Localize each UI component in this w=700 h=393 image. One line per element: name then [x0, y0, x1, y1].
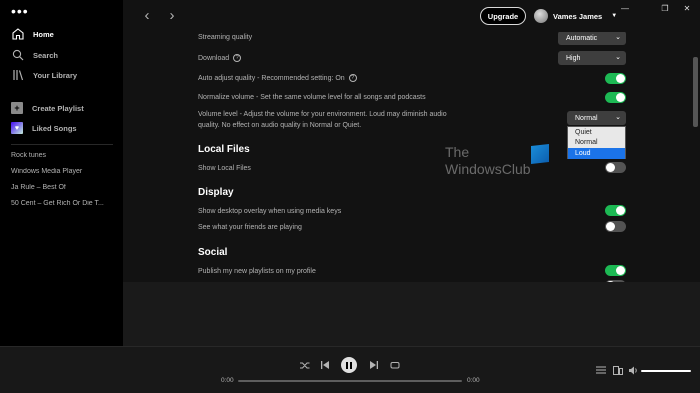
- chevron-down-icon: ⌄: [615, 114, 621, 121]
- watermark-line-1: The: [445, 144, 470, 160]
- playlist-item[interactable]: Ja Rule – Best Of: [11, 184, 116, 191]
- user-menu[interactable]: Vames James ▼: [534, 7, 617, 25]
- volume-slider[interactable]: [641, 370, 691, 372]
- caret-down-icon: ▼: [611, 13, 618, 19]
- avatar: [534, 9, 548, 23]
- settings-panel: Streaming quality Automatic ⌄ Download? …: [123, 32, 700, 282]
- close-icon[interactable]: ✕: [681, 3, 693, 13]
- friends-activity-toggle[interactable]: [605, 221, 626, 232]
- previous-icon[interactable]: [319, 358, 331, 372]
- download-label: Download?: [198, 54, 242, 63]
- select-value: High: [566, 54, 581, 62]
- minimize-icon[interactable]: —: [619, 3, 631, 13]
- volume-level-select[interactable]: Normal ⌄: [567, 111, 626, 125]
- liked-songs-button[interactable]: ♥ Liked Songs: [11, 120, 77, 136]
- auto-adjust-label: Auto adjust quality - Recommended settin…: [198, 74, 357, 83]
- section-local-files: Local Files: [198, 144, 250, 155]
- watermark: The WindowsClub: [445, 144, 549, 185]
- help-icon[interactable]: ?: [233, 54, 242, 63]
- library-icon: [11, 69, 24, 82]
- scrollbar[interactable]: [693, 57, 698, 127]
- sidebar-item-search[interactable]: Search: [11, 47, 58, 63]
- streaming-quality-label: Streaming quality: [198, 34, 253, 41]
- sidebar-item-library[interactable]: Your Library: [11, 67, 77, 83]
- download-label-text: Download: [198, 55, 230, 62]
- volume-level-line-2: quality. No effect on audio quality in N…: [198, 122, 362, 129]
- windows-logo-icon: [531, 144, 549, 164]
- desktop-overlay-label: Show desktop overlay when using media ke…: [198, 208, 342, 215]
- option-quiet[interactable]: Quiet: [568, 127, 625, 138]
- select-value: Automatic: [566, 34, 598, 42]
- playlist-item[interactable]: 50 Cent – Get Rich Or Die T...: [11, 200, 116, 207]
- volume-icon[interactable]: [628, 364, 640, 376]
- publish-playlists-label: Publish my new playlists on my profile: [198, 268, 316, 275]
- section-display: Display: [198, 187, 234, 198]
- sidebar-item-home[interactable]: Home: [11, 26, 54, 42]
- volume-level-line-1: Volume level - Adjust the volume for you…: [198, 111, 447, 118]
- sidebar-item-label: Liked Songs: [32, 123, 77, 133]
- sidebar: ••• Home Search Your Library + Create Pl…: [0, 0, 123, 346]
- auto-adjust-toggle[interactable]: [605, 73, 626, 84]
- option-loud[interactable]: Loud: [568, 148, 625, 159]
- desktop-overlay-toggle[interactable]: [605, 205, 626, 216]
- select-value: Normal: [575, 114, 598, 122]
- pause-button[interactable]: [341, 357, 357, 373]
- streaming-quality-select[interactable]: Automatic ⌄: [558, 32, 626, 45]
- next-icon[interactable]: [368, 358, 380, 372]
- forward-chevron-icon[interactable]: ›: [163, 6, 181, 24]
- search-icon: [11, 49, 24, 62]
- shuffle-icon[interactable]: [299, 358, 311, 372]
- sidebar-item-label: Create Playlist: [32, 103, 84, 113]
- section-social: Social: [198, 247, 228, 258]
- elapsed-time: 0:00: [221, 377, 234, 384]
- upgrade-button[interactable]: Upgrade: [480, 7, 526, 25]
- heart-icon: ♥: [11, 122, 23, 134]
- top-bar: ‹ › Upgrade Vames James ▼ — ❐ ✕: [123, 0, 700, 32]
- repeat-icon[interactable]: [389, 358, 401, 372]
- volume-level-dropdown: Quiet Normal Loud: [567, 126, 626, 159]
- chevron-down-icon: ⌄: [615, 34, 621, 41]
- download-quality-select[interactable]: High ⌄: [558, 51, 626, 65]
- lower-content-area: [123, 282, 700, 346]
- option-normal[interactable]: Normal: [568, 138, 625, 149]
- normalize-label: Normalize volume - Set the same volume l…: [198, 94, 426, 101]
- friends-activity-label: See what your friends are playing: [198, 224, 302, 231]
- playlist-item[interactable]: Windows Media Player: [11, 168, 116, 175]
- sidebar-item-label: Home: [33, 29, 54, 39]
- create-playlist-button[interactable]: + Create Playlist: [11, 100, 84, 116]
- show-local-files-toggle[interactable]: [605, 162, 626, 173]
- help-icon[interactable]: ?: [348, 74, 357, 83]
- player-bar: 0:00 0:00: [0, 346, 700, 393]
- menu-dots-icon[interactable]: •••: [11, 4, 29, 18]
- back-chevron-icon[interactable]: ‹: [138, 6, 156, 24]
- plus-icon: +: [11, 102, 23, 114]
- sidebar-divider: [11, 144, 113, 145]
- connect-device-icon[interactable]: [612, 364, 624, 376]
- watermark-line-2: WindowsClub: [445, 161, 531, 177]
- sidebar-item-label: Search: [33, 50, 59, 60]
- user-name: Vames James: [553, 11, 603, 21]
- total-time: 0:00: [467, 377, 480, 384]
- maximize-icon[interactable]: ❐: [659, 3, 671, 13]
- chevron-down-icon: ⌄: [615, 54, 621, 61]
- sidebar-item-label: Your Library: [33, 70, 78, 80]
- publish-playlists-toggle[interactable]: [605, 265, 626, 276]
- auto-adjust-label-text: Auto adjust quality - Recommended settin…: [198, 75, 345, 82]
- queue-icon[interactable]: [595, 364, 607, 376]
- home-icon: [11, 28, 24, 41]
- show-local-files-label: Show Local Files: [198, 165, 251, 172]
- playlist-item[interactable]: Rock tunes: [11, 152, 116, 159]
- volume-level-label: Volume level - Adjust the volume for you…: [198, 110, 447, 130]
- normalize-toggle[interactable]: [605, 92, 626, 103]
- progress-bar[interactable]: [238, 380, 462, 382]
